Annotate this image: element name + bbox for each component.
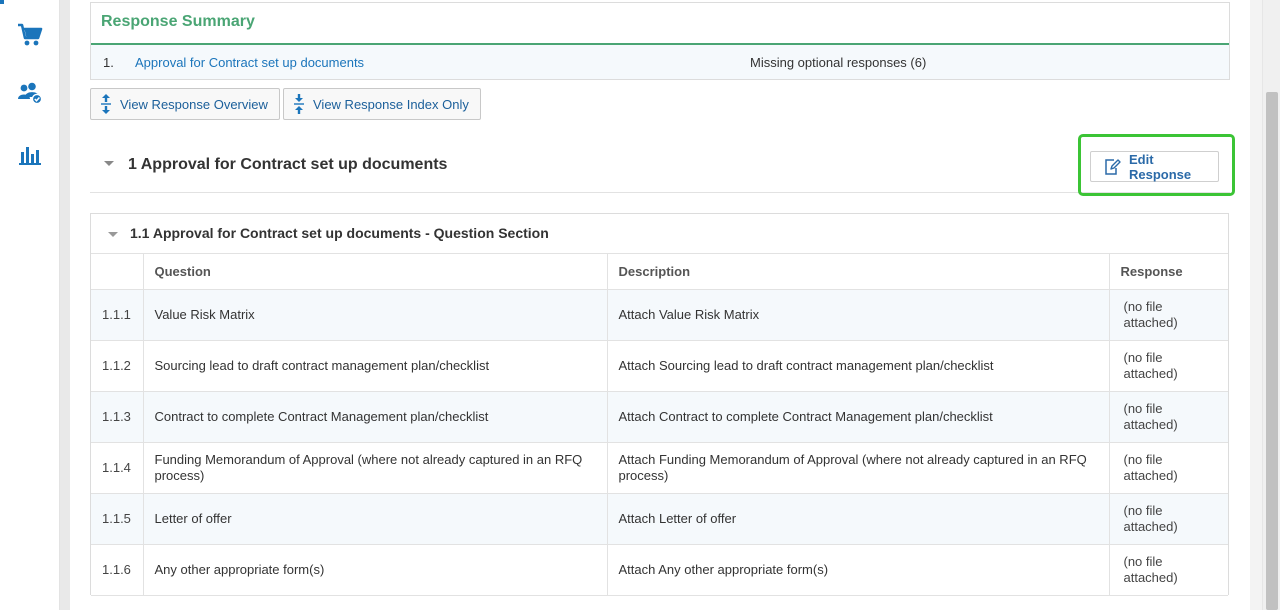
row-response: (no file attached) bbox=[1109, 289, 1228, 341]
question-section-title: 1.1 Approval for Contract set up documen… bbox=[130, 225, 549, 241]
row-question: Letter of offer bbox=[143, 493, 608, 545]
row-response: (no file attached) bbox=[1109, 442, 1228, 494]
row-number: 1.1.5 bbox=[91, 493, 144, 545]
row-description: Attach Letter of offer bbox=[607, 493, 1110, 545]
expand-vertical-icon bbox=[100, 93, 112, 115]
row-question: Any other appropriate form(s) bbox=[143, 544, 608, 596]
row-response: (no file attached) bbox=[1109, 391, 1228, 443]
table-header-row: Question Description Response bbox=[91, 254, 1228, 290]
section-title: 1 Approval for Contract set up documents bbox=[128, 156, 448, 173]
table-row: 1.1.3 Contract to complete Contract Mana… bbox=[91, 391, 1228, 443]
question-section-header: 1.1 Approval for Contract set up documen… bbox=[91, 214, 1228, 254]
summary-row-link[interactable]: Approval for Contract set up documents bbox=[135, 55, 364, 70]
column-header-number bbox=[91, 254, 144, 290]
row-description: Attach Funding Memorandum of Approval (w… bbox=[607, 442, 1110, 494]
table-row: 1.1.5 Letter of offer Attach Letter of o… bbox=[91, 493, 1228, 545]
row-question: Value Risk Matrix bbox=[143, 289, 608, 341]
row-response: (no file attached) bbox=[1109, 493, 1228, 545]
vertical-scrollbar[interactable] bbox=[1262, 0, 1280, 610]
row-response: (no file attached) bbox=[1109, 340, 1228, 392]
question-section-caret[interactable] bbox=[108, 232, 118, 237]
column-header-question: Question bbox=[143, 254, 608, 290]
main-content: Response Summary 1. Approval for Contrac… bbox=[70, 0, 1250, 610]
response-summary-title: Response Summary bbox=[101, 13, 255, 30]
users-check-icon[interactable] bbox=[15, 78, 45, 108]
row-description: Attach Any other appropriate form(s) bbox=[607, 544, 1110, 596]
page-gutter bbox=[60, 0, 70, 610]
row-number: 1.1.4 bbox=[91, 442, 144, 494]
row-number: 1.1.1 bbox=[91, 289, 144, 341]
view-response-overview-button[interactable]: View Response Overview bbox=[90, 88, 280, 120]
table-row: 1.1.1 Value Risk Matrix Attach Value Ris… bbox=[91, 289, 1228, 341]
summary-row-number: 1. bbox=[103, 55, 114, 70]
edit-document-icon bbox=[1103, 158, 1121, 176]
row-description: Attach Contract to complete Contract Man… bbox=[607, 391, 1110, 443]
view-response-index-button[interactable]: View Response Index Only bbox=[283, 88, 481, 120]
column-header-description: Description bbox=[607, 254, 1110, 290]
edit-response-label: Edit Response bbox=[1129, 151, 1192, 182]
view-response-index-label: View Response Index Only bbox=[313, 96, 469, 112]
question-section-panel: 1.1 Approval for Contract set up documen… bbox=[90, 213, 1229, 596]
collapse-vertical-icon bbox=[293, 93, 305, 115]
row-description: Attach Sourcing lead to draft contract m… bbox=[607, 340, 1110, 392]
table-row: 1.1.2 Sourcing lead to draft contract ma… bbox=[91, 340, 1228, 392]
bar-chart-icon[interactable] bbox=[15, 140, 45, 170]
summary-row: 1. Approval for Contract set up document… bbox=[91, 45, 1229, 79]
row-question: Funding Memorandum of Approval (where no… bbox=[143, 442, 608, 494]
shopping-cart-icon[interactable] bbox=[15, 20, 45, 50]
question-table: Question Description Response 1.1.1 Valu… bbox=[91, 254, 1228, 596]
table-row: 1.1.6 Any other appropriate form(s) Atta… bbox=[91, 544, 1228, 596]
left-nav-rail bbox=[0, 0, 60, 610]
view-response-overview-label: View Response Overview bbox=[120, 96, 268, 112]
summary-row-status: Missing optional responses (6) bbox=[750, 55, 927, 70]
row-question: Sourcing lead to draft contract manageme… bbox=[143, 340, 608, 392]
scrollbar-thumb[interactable] bbox=[1266, 92, 1278, 610]
row-number: 1.1.6 bbox=[91, 544, 144, 596]
active-nav-indicator bbox=[0, 0, 4, 4]
row-description: Attach Value Risk Matrix bbox=[607, 289, 1110, 341]
response-summary-header: Response Summary bbox=[91, 3, 1229, 45]
section-divider bbox=[90, 192, 1230, 193]
table-row: 1.1.4 Funding Memorandum of Approval (wh… bbox=[91, 442, 1228, 494]
row-response: (no file attached) bbox=[1109, 544, 1228, 596]
column-header-response: Response bbox=[1109, 254, 1228, 290]
section-collapse-caret[interactable] bbox=[104, 161, 114, 166]
row-number: 1.1.3 bbox=[91, 391, 144, 443]
edit-response-button[interactable]: Edit Response bbox=[1090, 151, 1219, 182]
row-number: 1.1.2 bbox=[91, 340, 144, 392]
row-question: Contract to complete Contract Management… bbox=[143, 391, 608, 443]
response-summary-panel: Response Summary 1. Approval for Contrac… bbox=[90, 2, 1230, 80]
